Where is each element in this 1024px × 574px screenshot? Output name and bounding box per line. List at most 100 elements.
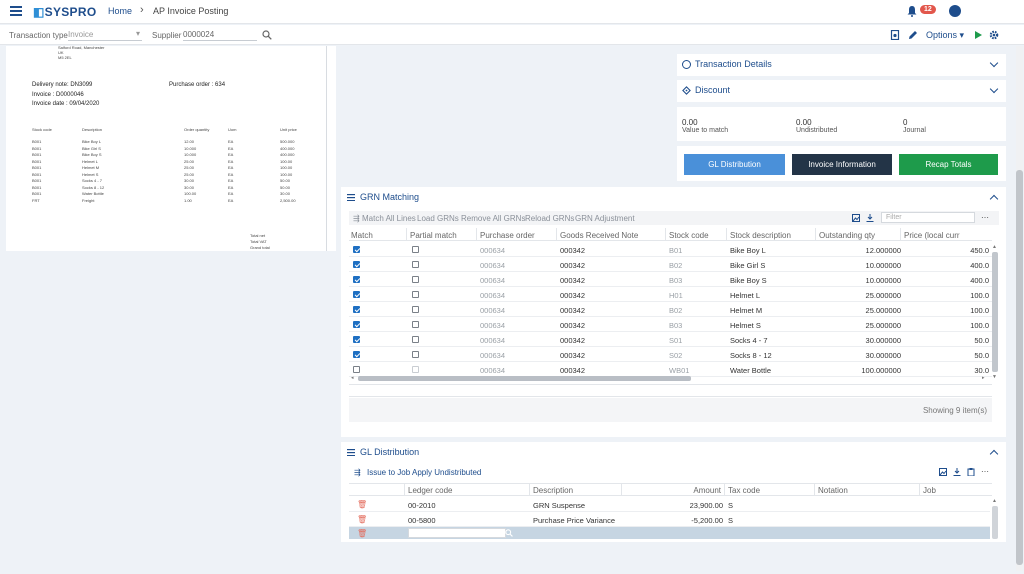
page-scrollbar-thumb[interactable] — [1016, 170, 1023, 565]
grn-column-header[interactable]: Stock code — [669, 231, 709, 240]
delete-row-icon[interactable]: 🗑 — [357, 500, 367, 509]
supplier-field[interactable]: 0000024 — [183, 28, 257, 41]
column-separator[interactable] — [404, 483, 405, 496]
edit-icon[interactable] — [908, 30, 918, 40]
gl-distribution-button[interactable]: GL Distribution — [684, 154, 785, 175]
scroll-down-arrow-icon[interactable]: ▼ — [992, 374, 997, 380]
doc-column-header: Unit price — [280, 127, 297, 132]
column-separator[interactable] — [621, 483, 622, 496]
match-checkbox[interactable] — [353, 261, 360, 268]
match-checkbox[interactable] — [353, 321, 360, 328]
partial-match-checkbox[interactable] — [412, 321, 419, 328]
syspro-logo[interactable]: ◧SYSPRO — [33, 5, 96, 19]
grn-horizontal-scrollbar[interactable] — [358, 376, 691, 381]
save-document-icon[interactable] — [890, 30, 900, 40]
grn-column-header[interactable]: Outstanding qty — [819, 231, 875, 240]
image-icon[interactable] — [852, 214, 860, 222]
grn-filter-input[interactable]: Filter — [881, 212, 975, 223]
scroll-up-arrow-icon[interactable]: ▲ — [992, 244, 997, 250]
gl-column-header[interactable]: Amount — [661, 486, 721, 495]
delete-row-icon[interactable]: 🗑 — [357, 529, 367, 538]
invoice-information-button[interactable]: Invoice Information — [792, 154, 892, 175]
partial-match-checkbox[interactable] — [412, 276, 419, 283]
gl-column-header[interactable]: Notation — [818, 486, 848, 495]
chevron-up-icon[interactable] — [989, 449, 999, 459]
scroll-left-arrow-icon[interactable]: ◂ — [351, 375, 354, 381]
grn-vertical-scrollbar[interactable] — [992, 252, 998, 372]
scroll-up-arrow-icon[interactable]: ▲ — [992, 498, 997, 504]
more-options-icon[interactable]: ⋯ — [981, 213, 989, 222]
column-separator[interactable] — [529, 483, 530, 496]
bell-icon[interactable] — [906, 5, 918, 17]
column-separator[interactable] — [476, 228, 477, 241]
delete-row-icon[interactable]: 🗑 — [357, 515, 367, 524]
column-separator[interactable] — [919, 483, 920, 496]
gl-column-header[interactable]: Tax code — [728, 486, 760, 495]
options-menu[interactable]: Options ▾ — [926, 30, 964, 41]
clipboard-icon[interactable] — [967, 468, 975, 476]
partial-match-checkbox[interactable] — [412, 306, 419, 313]
search-icon[interactable] — [262, 30, 272, 40]
grn-column-header[interactable]: Price (local curr — [904, 231, 960, 240]
gl-column-header[interactable]: Description — [533, 486, 573, 495]
column-separator[interactable] — [815, 228, 816, 241]
hamburger-menu-icon[interactable] — [10, 6, 22, 16]
chevron-down-icon[interactable] — [989, 58, 999, 68]
doc-line-cell: Freight — [82, 197, 95, 203]
grn-column-header[interactable]: Partial match — [410, 231, 457, 240]
partial-match-checkbox[interactable] — [412, 246, 419, 253]
chevron-up-icon[interactable] — [989, 194, 999, 204]
column-separator[interactable] — [900, 228, 901, 241]
grn-column-header[interactable]: Goods Received Note — [560, 231, 638, 240]
apply-undistributed-button[interactable]: Apply Undistributed — [412, 468, 481, 477]
load-grns-button[interactable]: Load GRNs — [417, 214, 459, 223]
notification-badge[interactable]: 12 — [920, 5, 936, 14]
issue-to-job-button[interactable]: Issue to Job — [367, 468, 410, 477]
gl-column-header[interactable]: Ledger code — [408, 486, 452, 495]
column-separator[interactable] — [665, 228, 666, 241]
match-checkbox[interactable] — [353, 246, 360, 253]
grn-column-header[interactable]: Stock description — [730, 231, 791, 240]
reload-grns-button[interactable]: Reload GRNs — [525, 214, 574, 223]
match-checkbox[interactable] — [353, 276, 360, 283]
chevron-down-icon[interactable] — [989, 84, 999, 94]
partial-match-checkbox[interactable] — [412, 351, 419, 358]
gl-column-header[interactable]: Job — [923, 486, 936, 495]
column-separator[interactable] — [724, 483, 725, 496]
column-separator[interactable] — [726, 228, 727, 241]
partial-match-checkbox[interactable] — [412, 261, 419, 268]
scroll-right-arrow-icon[interactable]: ▸ — [982, 375, 985, 381]
user-avatar-icon[interactable] — [949, 5, 961, 17]
match-checkbox[interactable] — [353, 366, 360, 373]
ledger-code-input[interactable] — [408, 528, 506, 538]
column-separator[interactable] — [814, 483, 815, 496]
discount-panel[interactable]: Discount — [677, 80, 1006, 102]
remove-all-grns-button[interactable]: Remove All GRNs — [461, 214, 525, 223]
recap-totals-button[interactable]: Recap Totals — [899, 154, 998, 175]
transaction-details-panel[interactable]: Transaction Details — [677, 54, 1006, 76]
match-checkbox[interactable] — [353, 291, 360, 298]
column-separator[interactable] — [556, 228, 557, 241]
grn-row-divider — [349, 286, 992, 287]
gl-vertical-scrollbar[interactable] — [992, 506, 998, 539]
grn-column-header[interactable]: Purchase order — [480, 231, 535, 240]
match-checkbox[interactable] — [353, 336, 360, 343]
partial-match-checkbox[interactable] — [412, 366, 419, 373]
image-icon[interactable] — [939, 468, 947, 476]
match-checkbox[interactable] — [353, 351, 360, 358]
match-all-lines-button[interactable]: Match All Lines — [362, 214, 416, 223]
breadcrumb-home[interactable]: Home — [108, 6, 132, 16]
more-options-icon[interactable]: ⋯ — [981, 467, 989, 476]
partial-match-checkbox[interactable] — [412, 336, 419, 343]
column-separator[interactable] — [406, 228, 407, 241]
download-icon[interactable] — [953, 468, 961, 476]
search-icon[interactable] — [505, 529, 513, 537]
download-icon[interactable] — [866, 214, 874, 222]
grn-adjustment-button[interactable]: GRN Adjustment — [575, 214, 635, 223]
play-icon[interactable] — [973, 30, 983, 40]
gear-icon[interactable] — [989, 30, 999, 40]
partial-match-checkbox[interactable] — [412, 291, 419, 298]
match-checkbox[interactable] — [353, 306, 360, 313]
transaction-type-select[interactable]: Invoice ▾ — [68, 28, 142, 41]
grn-column-header[interactable]: Match — [351, 231, 373, 240]
